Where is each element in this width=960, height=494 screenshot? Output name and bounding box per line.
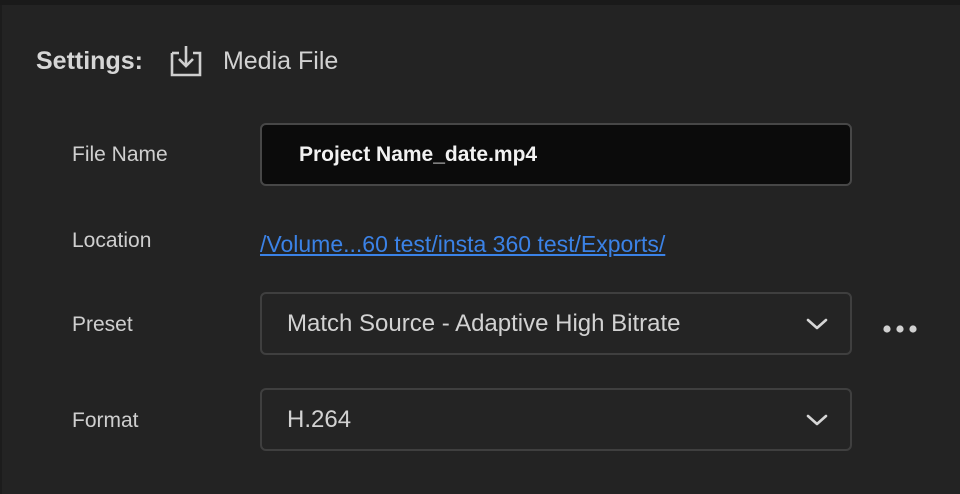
file-name-value: Project Name_date.mp4 bbox=[299, 142, 538, 166]
preset-selected-value: Match Source - Adaptive High Bitrate bbox=[287, 309, 681, 337]
format-dropdown[interactable]: H.264 bbox=[260, 388, 852, 451]
preset-label: Preset bbox=[72, 313, 133, 336]
settings-title: Settings: bbox=[36, 46, 143, 75]
location-path-link[interactable]: /Volume...60 test/insta 360 test/Exports… bbox=[260, 231, 665, 258]
format-label: Format bbox=[72, 409, 139, 432]
download-tray-icon bbox=[169, 44, 203, 78]
file-name-input[interactable]: Project Name_date.mp4 bbox=[260, 123, 852, 186]
file-name-label: File Name bbox=[72, 143, 168, 166]
location-label: Location bbox=[72, 229, 152, 252]
media-file-label: Media File bbox=[222, 46, 339, 75]
chevron-down-icon bbox=[806, 317, 828, 331]
more-options-icon[interactable] bbox=[882, 315, 918, 343]
preset-dropdown[interactable]: Match Source - Adaptive High Bitrate bbox=[260, 292, 852, 355]
format-selected-value: H.264 bbox=[287, 405, 352, 433]
settings-header: Settings: Media File bbox=[36, 41, 338, 81]
chevron-down-icon bbox=[806, 413, 828, 427]
settings-panel: Settings: Media File File Name Project N… bbox=[0, 5, 960, 494]
